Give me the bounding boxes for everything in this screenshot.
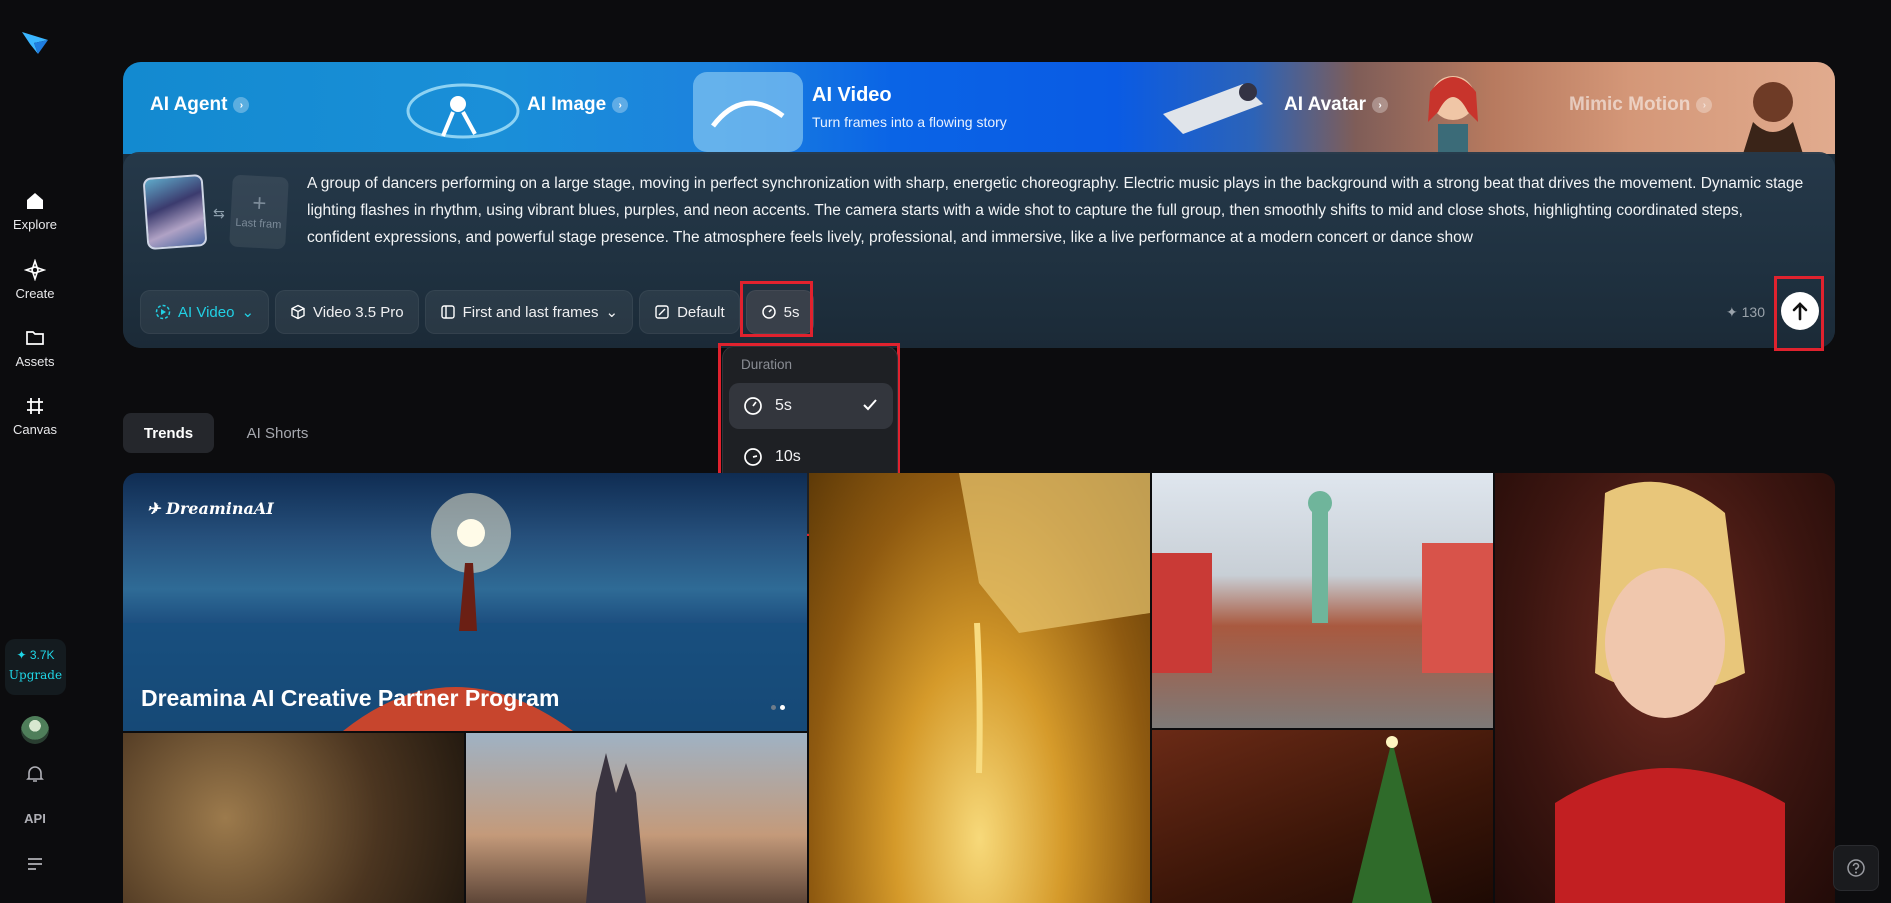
cube-icon bbox=[291, 304, 305, 320]
gallery-card-castle[interactable] bbox=[466, 733, 807, 903]
duration-option-5s[interactable]: 5s bbox=[729, 383, 893, 429]
folder-icon bbox=[26, 331, 44, 345]
chevron-right-icon: › bbox=[1696, 97, 1713, 113]
duration-selector[interactable]: 5s bbox=[745, 290, 815, 334]
sidebar-item-label: Explore bbox=[12, 217, 58, 232]
arrow-up-icon bbox=[1792, 302, 1808, 321]
banner-card[interactable]: ✈ DreaminaAI Dreamina AI Creative Partne… bbox=[123, 473, 807, 731]
clock-icon bbox=[761, 305, 776, 319]
avatar-illustration bbox=[1428, 76, 1478, 154]
sidebar-item-explore[interactable]: Explore bbox=[0, 190, 70, 232]
tab-mimic-motion[interactable]: Mimic Motion › bbox=[1569, 94, 1713, 116]
sidebar-item-label: Canvas bbox=[12, 422, 58, 437]
agent-illustration bbox=[406, 83, 520, 139]
tab-ai-avatar[interactable]: AI Avatar › bbox=[1284, 94, 1389, 116]
upgrade-card[interactable]: ✦ 3.7K Upgrade bbox=[5, 639, 66, 695]
help-button[interactable] bbox=[1833, 845, 1879, 891]
clock-icon bbox=[744, 397, 762, 415]
gallery-card-christmas-cabin[interactable] bbox=[1152, 730, 1493, 903]
prompt-input[interactable]: A group of dancers performing on a large… bbox=[307, 170, 1807, 251]
sidebar-item-canvas[interactable]: Canvas bbox=[0, 395, 70, 437]
avatar[interactable] bbox=[21, 716, 49, 744]
plus-icon: + bbox=[251, 189, 268, 218]
tab-trends[interactable]: Trends bbox=[123, 413, 214, 453]
brand-logo: ✈ DreaminaAI bbox=[147, 499, 274, 518]
first-frame-thumbnail[interactable] bbox=[142, 173, 208, 251]
frames-icon bbox=[440, 305, 455, 319]
dreamina-logo[interactable] bbox=[20, 28, 50, 56]
chevron-down-icon: ⌄ bbox=[241, 304, 255, 321]
tab-ai-agent[interactable]: AI Agent › bbox=[150, 94, 250, 116]
mode-selector[interactable]: AI Video ⌄ bbox=[140, 290, 270, 334]
sparkle-icon bbox=[24, 259, 46, 281]
sidebar: Explore Create Assets Canvas ✦ 3.7K Upgr… bbox=[0, 0, 70, 903]
tab-ai-video-subtitle: Turn frames into a flowing story bbox=[812, 114, 1007, 130]
hero-tabs: AI Agent › AI Image › AI Video Turn frames… bbox=[123, 62, 1835, 154]
api-link[interactable]: API bbox=[0, 811, 70, 826]
tab-ai-image[interactable]: AI Image › bbox=[527, 94, 629, 116]
question-icon bbox=[1847, 859, 1865, 877]
gallery-card-vegas[interactable] bbox=[1152, 473, 1493, 728]
video-mode-icon bbox=[155, 304, 171, 320]
grid-icon bbox=[27, 398, 43, 414]
chevron-right-icon: › bbox=[233, 97, 250, 113]
sidebar-item-label: Assets bbox=[15, 354, 55, 369]
gallery-card-christmas-girl[interactable] bbox=[1495, 473, 1835, 903]
credit-cost: ✦ 130 bbox=[1726, 304, 1765, 320]
tab-ai-video[interactable]: AI Video bbox=[812, 84, 892, 107]
banner-title: Dreamina AI Creative Partner Program bbox=[141, 685, 560, 711]
gallery-card-bokeh[interactable] bbox=[123, 733, 464, 903]
last-frame-upload[interactable]: + Last fram bbox=[229, 174, 289, 250]
check-icon bbox=[863, 399, 877, 411]
menu-icon[interactable] bbox=[0, 857, 70, 874]
credits-count: ✦ 3.7K bbox=[16, 648, 55, 662]
gallery-grid: ✈ DreaminaAI Dreamina AI Creative Partne… bbox=[123, 473, 1835, 903]
chevron-right-icon: › bbox=[1372, 97, 1389, 113]
bell-icon[interactable] bbox=[0, 764, 70, 787]
sidebar-item-create[interactable]: Create bbox=[0, 259, 70, 301]
clock-icon bbox=[744, 448, 762, 466]
carousel-dots[interactable] bbox=[771, 705, 785, 710]
generate-button[interactable] bbox=[1781, 292, 1819, 330]
hero-panel: AI Agent › AI Image › AI Video Turn frames… bbox=[123, 62, 1835, 348]
motion-illustration bbox=[1743, 82, 1803, 154]
sidebar-item-assets[interactable]: Assets bbox=[0, 327, 70, 369]
gallery-card-oil[interactable] bbox=[809, 473, 1150, 903]
tab-ai-shorts[interactable]: AI Shorts bbox=[230, 413, 325, 453]
generation-toolbar: AI Video ⌄ Video 3.5 Pro First and last … bbox=[140, 290, 815, 334]
video-illustration bbox=[1163, 83, 1263, 134]
prompt-panel: ⇆ + Last fram A group of dancers perform… bbox=[123, 152, 1835, 348]
aspect-ratio-selector[interactable]: Default bbox=[639, 290, 740, 334]
home-icon bbox=[27, 193, 43, 209]
image-illustration bbox=[693, 72, 803, 152]
frames-selector[interactable]: First and last frames ⌄ bbox=[424, 290, 634, 334]
swap-icon[interactable]: ⇆ bbox=[213, 205, 225, 222]
upgrade-link[interactable]: Upgrade bbox=[5, 668, 66, 682]
chevron-down-icon: ⌄ bbox=[605, 304, 619, 321]
ratio-icon bbox=[655, 305, 669, 319]
model-selector[interactable]: Video 3.5 Pro bbox=[275, 290, 419, 334]
dropdown-title: Duration bbox=[741, 357, 793, 372]
sidebar-item-label: Create bbox=[15, 286, 55, 301]
chevron-right-icon: › bbox=[612, 97, 629, 113]
